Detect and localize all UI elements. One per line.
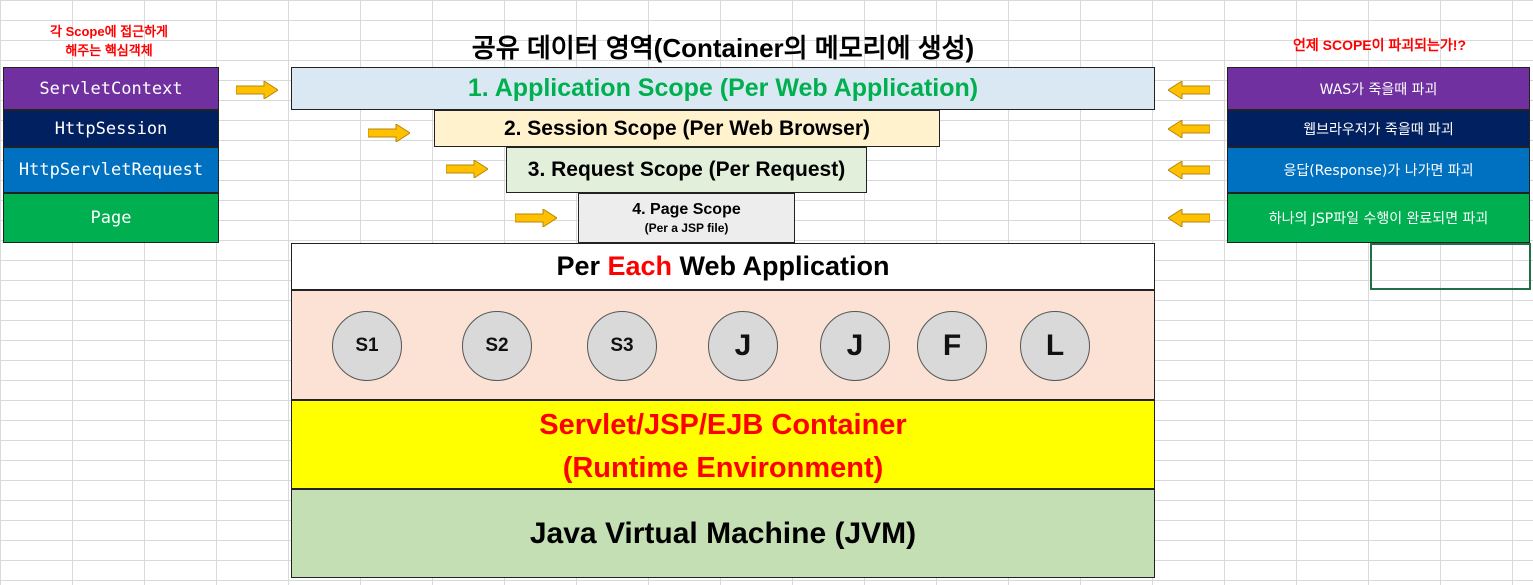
component-label: F (942, 329, 962, 362)
destroy-session-label: 웹브라우저가 죽을때 파괴 (1303, 121, 1454, 138)
component-label: S2 (485, 335, 509, 356)
scope-application: 1. Application Scope (Per Web Applicatio… (291, 67, 1155, 110)
container-block: Servlet/JSP/EJB Container (Runtime Envir… (291, 400, 1155, 489)
object-http-servlet-request: HttpServletRequest (3, 147, 219, 193)
arrow-left-icon (1168, 120, 1210, 138)
per-app-highlight: Each (607, 251, 673, 281)
arrow-right-icon (515, 209, 557, 227)
container-line2: (Runtime Environment) (562, 451, 884, 484)
component-label: S1 (355, 335, 379, 356)
scope-page-sublabel: (Per a JSP file) (644, 221, 729, 235)
jvm-block: Java Virtual Machine (JVM) (291, 489, 1155, 578)
component-circle: S2 (462, 311, 532, 381)
arrow-left-icon (1168, 81, 1210, 99)
right-note: 언제 SCOPE이 파괴되는가!? (1292, 37, 1467, 53)
object-http-session-label: HttpSession (54, 118, 168, 139)
scope-request: 3. Request Scope (Per Request) (506, 147, 867, 193)
container-line1: Servlet/JSP/EJB Container (539, 408, 907, 441)
component-label: L (1045, 329, 1065, 362)
component-label: J (846, 329, 864, 362)
component-circle: S1 (332, 311, 402, 381)
object-page-label: Page (90, 208, 132, 228)
scope-session: 2. Session Scope (Per Web Browser) (434, 110, 940, 147)
per-app-header: Per Each Web Application (291, 243, 1155, 290)
arrow-right-icon (368, 124, 410, 142)
scope-application-label: 1. Application Scope (Per Web Applicatio… (467, 74, 979, 102)
arrow-left-icon (1168, 161, 1210, 179)
destroy-application: WAS가 죽을때 파괴 (1227, 67, 1530, 110)
component-label: S3 (610, 335, 634, 356)
object-servlet-context-label: ServletContext (39, 78, 183, 99)
scope-page-label: 4. Page Scope (632, 201, 741, 218)
object-servlet-context: ServletContext (3, 67, 219, 110)
destroy-request: 응답(Response)가 나가면 파괴 (1227, 147, 1530, 193)
destroy-session: 웹브라우저가 죽을때 파괴 (1227, 110, 1530, 147)
component-circle: J (820, 311, 890, 381)
jvm-label: Java Virtual Machine (JVM) (529, 516, 917, 550)
per-app-after: Web Application (672, 251, 890, 281)
selected-cell[interactable] (1370, 243, 1531, 290)
scope-request-label: 3. Request Scope (Per Request) (527, 158, 846, 181)
arrow-right-icon (446, 160, 488, 178)
destroy-page: 하나의 JSP파일 수행이 완료되면 파괴 (1227, 193, 1530, 243)
destroy-page-label: 하나의 JSP파일 수행이 완료되면 파괴 (1268, 211, 1489, 227)
component-circle: F (917, 311, 987, 381)
left-note: 각 Scope에 접근하게 해주는 핵심객체 (0, 22, 218, 60)
components-panel: S1 S2 S3 J J F L (291, 290, 1155, 400)
diagram-title: 공유 데이터 영역(Container의 메모리에 생성) (471, 32, 975, 63)
per-app-before: Per (556, 251, 608, 281)
component-label: J (734, 329, 752, 362)
object-http-session: HttpSession (3, 110, 219, 147)
destroy-request-label: 응답(Response)가 나가면 파괴 (1283, 163, 1474, 179)
destroy-application-label: WAS가 죽을때 파괴 (1319, 81, 1438, 98)
arrow-left-icon (1168, 209, 1210, 227)
object-page: Page (3, 193, 219, 243)
arrow-right-icon (236, 81, 278, 99)
component-circle: S3 (587, 311, 657, 381)
object-http-servlet-request-label: HttpServletRequest (18, 160, 204, 180)
component-circle: L (1020, 311, 1090, 381)
scope-page: 4. Page Scope (Per a JSP file) (578, 193, 795, 243)
left-note-line2: 해주는 핵심객체 (65, 43, 153, 58)
component-circle: J (708, 311, 778, 381)
left-note-line1: 각 Scope에 접근하게 (50, 24, 168, 39)
scope-session-label: 2. Session Scope (Per Web Browser) (503, 116, 871, 140)
